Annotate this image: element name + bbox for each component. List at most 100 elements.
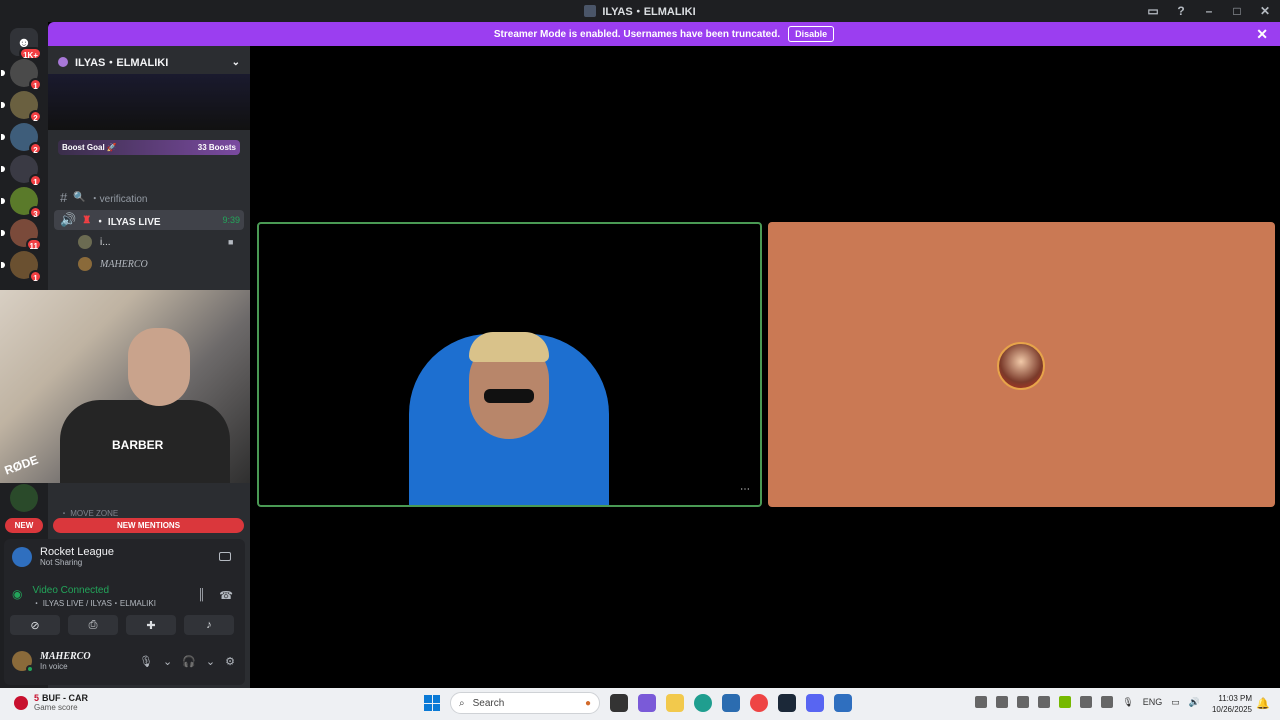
tray-app-icon[interactable] bbox=[1038, 696, 1051, 708]
server-icon[interactable]: 11 bbox=[1, 219, 42, 251]
tray-app-icon[interactable] bbox=[1017, 696, 1030, 708]
windows-start-icon[interactable] bbox=[424, 695, 440, 711]
video-tile-camera[interactable]: ⋯ bbox=[257, 222, 762, 507]
server-icon[interactable] bbox=[10, 484, 38, 512]
discord-icon[interactable] bbox=[806, 694, 824, 712]
avatar bbox=[78, 235, 92, 249]
speaker-icon: 🔊 bbox=[60, 212, 77, 227]
taskbar-widget[interactable]: 5 BUF - CAR Game score bbox=[14, 693, 88, 712]
disable-button[interactable]: Disable bbox=[788, 26, 835, 42]
store-icon[interactable] bbox=[722, 694, 740, 712]
gear-icon[interactable]: ⚙ bbox=[225, 655, 235, 668]
search-icon: ⌕ bbox=[459, 697, 465, 709]
mic-brand-text: RØDE bbox=[2, 452, 41, 478]
headphones-icon[interactable]: 🎧 bbox=[182, 655, 196, 668]
voice-actions: ║ ☎ bbox=[198, 589, 234, 602]
tray-app-icon[interactable] bbox=[996, 696, 1009, 708]
taskbar-search[interactable]: ⌕ Search ● bbox=[450, 692, 600, 714]
unread-badge: 2 bbox=[29, 110, 42, 123]
video-camera-icon: ■ bbox=[228, 237, 234, 247]
task-view-icon[interactable] bbox=[610, 694, 628, 712]
noise-suppression-icon[interactable]: ║ bbox=[198, 589, 206, 602]
server-icon[interactable]: 2 bbox=[1, 123, 42, 155]
boost-count: 33 Boosts bbox=[197, 143, 236, 152]
screen-share-icon[interactable]: ▭ bbox=[1146, 4, 1160, 18]
edge-browser-icon[interactable] bbox=[694, 694, 712, 712]
taskbar-clock[interactable]: 11:03 PM 10/26/2025 bbox=[1212, 693, 1252, 715]
share-screen-button[interactable]: ⎙ bbox=[68, 615, 118, 635]
boost-goal-label: Boost Goal 🚀 bbox=[62, 143, 117, 152]
server-icon[interactable]: 1 bbox=[1, 59, 42, 91]
language-indicator[interactable]: ENG bbox=[1143, 697, 1163, 707]
voice-timer: 9:39 bbox=[222, 215, 240, 225]
unread-badge: 3 bbox=[29, 206, 42, 219]
game-activity: Rocket League Not Sharing bbox=[12, 546, 114, 567]
disconnect-icon[interactable]: ☎ bbox=[219, 589, 233, 602]
chevron-down-icon[interactable]: ⌄ bbox=[232, 57, 240, 68]
close-icon[interactable]: ✕ bbox=[1256, 26, 1268, 43]
search-placeholder: Search bbox=[472, 697, 505, 709]
more-options-button[interactable]: ⋯ bbox=[735, 483, 755, 499]
channel-label: ・verification bbox=[89, 193, 148, 205]
camera-off-button[interactable]: ⊘ bbox=[10, 615, 60, 635]
chrome-icon[interactable] bbox=[750, 694, 768, 712]
activities-button[interactable]: ✚ bbox=[126, 615, 176, 635]
video-tile-avatar[interactable] bbox=[768, 222, 1275, 507]
soundboard-button[interactable]: ♪ bbox=[184, 615, 234, 635]
voice-location[interactable]: ・ ILYAS LIVE / ILYAS・ELMALIKI bbox=[32, 598, 155, 609]
notification-bell-icon[interactable]: 🔔 bbox=[1256, 697, 1270, 710]
widget-title: BUF - CAR bbox=[42, 693, 89, 703]
taskbar: 5 BUF - CAR Game score ⌕ Search ● 🎙 ENG ▭… bbox=[0, 688, 1280, 720]
current-user[interactable]: MAHERCO In voice bbox=[12, 651, 91, 673]
server-name: ILYAS・ELMALIKI bbox=[75, 57, 169, 69]
tray-app-icon[interactable] bbox=[1101, 696, 1114, 708]
voice-member[interactable]: i... ■ bbox=[78, 232, 233, 252]
steam-icon[interactable] bbox=[778, 694, 796, 712]
maximize-icon[interactable]: □ bbox=[1230, 4, 1244, 18]
file-explorer-icon[interactable] bbox=[666, 694, 684, 712]
minimize-icon[interactable]: – bbox=[1202, 4, 1216, 18]
server-icon[interactable]: 1 bbox=[1, 155, 42, 187]
discord-app-icon bbox=[584, 5, 597, 17]
screen-share-icon[interactable] bbox=[219, 552, 231, 561]
help-icon[interactable]: ? bbox=[1174, 4, 1188, 18]
widget-subtitle: Game score bbox=[34, 703, 78, 712]
copilot-icon[interactable] bbox=[638, 694, 656, 712]
unread-badge: 11 bbox=[25, 238, 42, 251]
chevron-down-icon[interactable]: ⌄ bbox=[206, 655, 215, 668]
date-display: 10/26/2025 bbox=[1211, 705, 1252, 714]
server-icon[interactable]: 2 bbox=[1, 91, 42, 123]
rocket-league-icon[interactable] bbox=[834, 694, 852, 712]
tray-app-icon[interactable] bbox=[975, 696, 988, 708]
voice-button-row: ⊘ ⎙ ✚ ♪ bbox=[10, 615, 234, 635]
new-mentions-button[interactable]: NEW MENTIONS bbox=[53, 518, 244, 533]
system-tray: 🎙 ENG ▭ 🔊 bbox=[975, 696, 1200, 708]
window-title: ILYAS・ELMALIKI bbox=[602, 6, 696, 18]
game-title: Rocket League bbox=[40, 546, 114, 558]
nvidia-icon[interactable] bbox=[1059, 696, 1072, 708]
voice-member[interactable]: MAHERCO bbox=[78, 254, 148, 274]
channel-verification[interactable]: # 🔍 ・verification bbox=[54, 187, 244, 207]
boost-goal[interactable]: Boost Goal 🚀 33 Boosts bbox=[58, 140, 240, 155]
tray-app-icon[interactable] bbox=[1080, 696, 1093, 708]
channel-label: ・ ILYAS LIVE bbox=[95, 216, 161, 228]
search-highlight-icon: ● bbox=[584, 697, 591, 709]
microphone-icon[interactable]: 🎙 bbox=[1122, 697, 1133, 708]
server-icon[interactable]: 3 bbox=[1, 187, 42, 219]
sports-score-icon bbox=[14, 695, 28, 710]
shirt-text: BARBER bbox=[112, 438, 164, 452]
user-panel: Rocket League Not Sharing ◉ Video Connec… bbox=[4, 539, 245, 685]
new-badge[interactable]: NEW bbox=[5, 518, 43, 533]
network-icon[interactable]: ▭ bbox=[1171, 697, 1180, 708]
unread-badge: 1 bbox=[29, 270, 42, 283]
home-button[interactable]: ☻ 1K+ bbox=[10, 28, 42, 60]
video-person-hair bbox=[469, 332, 549, 362]
channel-ilyas-live[interactable]: 🔊 ♜ ・ ILYAS LIVE 9:39 bbox=[54, 210, 244, 230]
unread-badge: 1 bbox=[29, 78, 42, 91]
server-icon[interactable]: 1 bbox=[1, 251, 42, 283]
close-icon[interactable]: ✕ bbox=[1258, 4, 1272, 18]
speaker-icon[interactable]: 🔊 bbox=[1189, 697, 1200, 708]
voice-status[interactable]: Video Connected bbox=[32, 585, 155, 596]
chevron-down-icon[interactable]: ⌄ bbox=[163, 655, 172, 668]
microphone-icon[interactable]: 🎙 bbox=[139, 655, 153, 668]
